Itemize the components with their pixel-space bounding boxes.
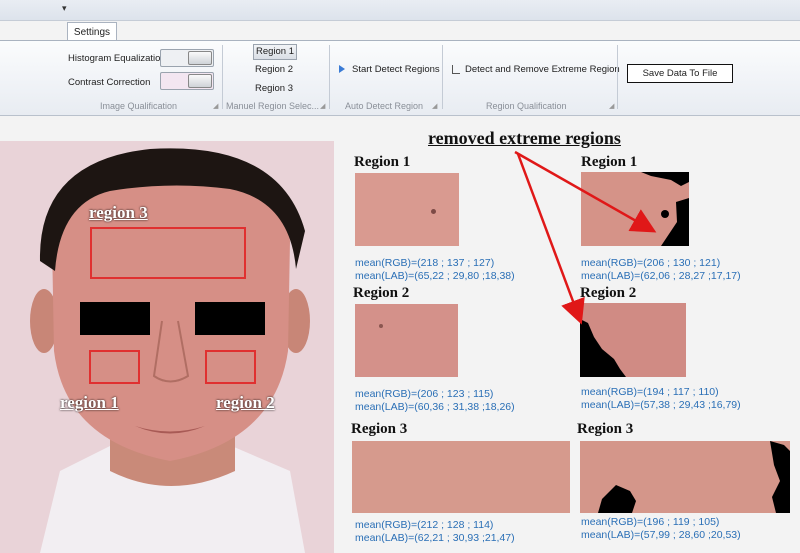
processed-region-2-title: Region 2 [580,285,637,301]
processed-region-3-stats: mean(RGB)=(196 ; 119 ; 105) mean(LAB)=(5… [581,516,741,542]
group-launcher-icon[interactable]: ◢ [320,102,325,110]
original-region-1-title: Region 1 [354,154,411,170]
skin-spot [379,324,383,328]
eye-censor-bar [195,302,265,335]
title-bar [0,0,800,21]
annotation-title: removed extreme regions [428,128,621,148]
processed-region-1-title: Region 1 [581,154,638,170]
region-remove-icon [452,65,460,74]
face-image: region 3 region 1 region 2 [0,141,334,553]
original-region-2-title: Region 2 [353,285,410,301]
original-region-1-stats: mean(RGB)=(218 ; 137 ; 127) mean(LAB)=(6… [355,257,515,283]
group-label-image-qualification: Image Qualification [100,101,178,111]
histogram-equalization-label: Histogram Equalization [68,53,166,64]
region-2-box [205,350,256,384]
rgb-value: mean(RGB)=(206 ; 123 ; 115) [355,388,494,400]
play-icon [339,65,345,73]
group-launcher-icon[interactable]: ◢ [609,102,614,110]
ribbon: Histogram Equalization Contrast Correcti… [0,40,800,116]
group-label-region-qualification: Region Qualification [486,101,567,111]
rgb-value: mean(RGB)=(218 ; 137 ; 127) [355,257,495,269]
group-label-auto-detect: Auto Detect Region [345,101,424,111]
region-3-button[interactable]: Region 3 [253,82,295,96]
lab-value: mean(LAB)=(60,36 ; 31,38 ;18,26) [355,401,515,413]
original-region-3-stats: mean(RGB)=(212 ; 128 ; 114) mean(LAB)=(6… [355,519,515,545]
group-launcher-icon[interactable]: ◢ [432,102,437,110]
toggle-knob [188,51,212,65]
arrow-to-region-2 [516,153,585,325]
processed-region-3-title: Region 3 [577,421,634,437]
lab-value: mean(LAB)=(65,22 ; 29,80 ;18,38) [355,270,515,282]
eye-censor-bar [80,302,150,335]
lab-value: mean(LAB)=(62,06 ; 28,27 ;17,17) [581,270,741,282]
original-region-3-title: Region 3 [351,421,408,437]
group-launcher-icon[interactable]: ◢ [213,102,218,110]
face-photo [0,141,334,553]
region-2-button[interactable]: Region 2 [253,63,295,77]
lab-value: mean(LAB)=(62,21 ; 30,93 ;21,47) [355,532,515,544]
original-region-1-image [355,173,459,246]
region-3-label: region 3 [89,203,148,222]
histogram-equalization-toggle[interactable] [160,49,214,67]
rgb-value: mean(RGB)=(196 ; 119 ; 105) [581,516,720,528]
rgb-value: mean(RGB)=(212 ; 128 ; 114) [355,519,494,531]
lab-value: mean(LAB)=(57,38 ; 29,43 ;16,79) [581,399,741,411]
processed-region-3-image [580,441,790,513]
extreme-region-mask [580,319,626,377]
rgb-value: mean(RGB)=(206 ; 130 ; 121) [581,257,721,269]
original-region-2-image [355,304,458,377]
processed-region-2-image [580,303,686,377]
region-1-label: region 1 [60,393,119,412]
original-region-3-image [352,441,570,513]
ribbon-divider [222,45,223,109]
ribbon-divider [329,45,330,109]
region-3-box [90,227,246,279]
region-2-label: region 2 [216,393,275,412]
processed-region-2-stats: mean(RGB)=(194 ; 117 ; 110) mean(LAB)=(5… [581,386,741,412]
extreme-region-mask [598,441,790,513]
ribbon-divider [617,45,618,109]
quick-access-dropdown-icon[interactable]: ▾ [62,3,67,14]
region-1-box [89,350,140,384]
contrast-correction-toggle[interactable] [160,72,214,90]
extreme-region-mask [641,172,689,246]
save-data-button[interactable]: Save Data To File [627,64,733,83]
start-detect-regions-button[interactable]: Start Detect Regions [352,64,440,75]
ribbon-divider [442,45,443,109]
region-1-button[interactable]: Region 1 [253,44,297,60]
tab-settings[interactable]: Settings [67,22,117,42]
processed-region-1-stats: mean(RGB)=(206 ; 130 ; 121) mean(LAB)=(6… [581,257,741,283]
toggle-knob [188,74,212,88]
contrast-correction-label: Contrast Correction [68,77,151,88]
group-label-manual-region: Manuel Region Selec... [226,101,320,111]
lab-value: mean(LAB)=(57,99 ; 28,60 ;20,53) [581,529,741,541]
original-region-2-stats: mean(RGB)=(206 ; 123 ; 115) mean(LAB)=(6… [355,388,515,414]
rgb-value: mean(RGB)=(194 ; 117 ; 110) [581,386,719,398]
processed-region-1-image [581,172,689,246]
skin-spot [431,209,436,214]
detect-remove-extreme-region-button[interactable]: Detect and Remove Extreme Region [465,64,620,75]
